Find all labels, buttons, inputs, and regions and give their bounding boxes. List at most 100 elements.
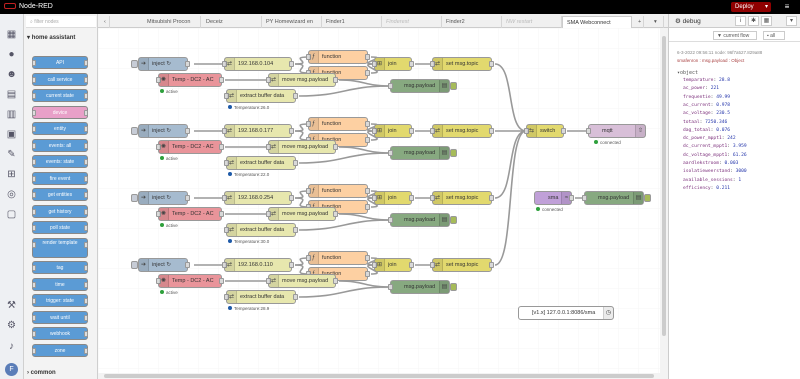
palette-node[interactable]: API: [32, 56, 88, 69]
inject-trigger-button[interactable]: [131, 60, 138, 68]
comment-node[interactable]: [v1.x] 127.0.0.1:8086/sma ◷: [518, 306, 614, 320]
node-output-port[interactable]: [489, 195, 494, 201]
person-icon[interactable]: ☻: [5, 68, 18, 81]
palette-node[interactable]: entity: [32, 122, 88, 135]
node-output-port[interactable]: [219, 77, 224, 83]
palette-node[interactable]: get entities: [32, 188, 88, 201]
debug-toggle-button[interactable]: [450, 149, 457, 157]
node-output-port[interactable]: [219, 278, 224, 284]
node-output-port[interactable]: [289, 195, 294, 201]
node-output-port[interactable]: [293, 294, 298, 300]
move-payload-node[interactable]: ⇄ move msg.payload: [266, 274, 338, 288]
inject-trigger-button[interactable]: [131, 194, 138, 202]
node-output-port[interactable]: [489, 61, 494, 67]
node-output-port[interactable]: [489, 262, 494, 268]
inject-node[interactable]: ➔ inject ↻: [131, 57, 190, 71]
network-icon[interactable]: ⊞: [5, 168, 18, 181]
tcp-request-node[interactable]: ⇄ 192.168.0.254: [222, 191, 294, 205]
function-node[interactable]: ƒfunction: [306, 184, 370, 198]
node-input-port[interactable]: [388, 150, 393, 156]
debug-toggle-button[interactable]: [450, 283, 457, 291]
tab-flow-8[interactable]: SMA Webconnect: [562, 16, 632, 28]
node-input-port[interactable]: [582, 195, 587, 201]
palette-node[interactable]: render template: [32, 237, 88, 258]
tcp-request-node[interactable]: ⇄ 192.168.0.104: [222, 57, 294, 71]
tab-flow-1[interactable]: Mitsubishi Procon: [143, 16, 201, 28]
debug-toggle-button[interactable]: [450, 216, 457, 224]
move-payload-node[interactable]: ⇄ move msg.payload: [266, 140, 338, 154]
set-topic-node[interactable]: ⇄ set msg.topic: [430, 57, 494, 71]
tcp-request-node[interactable]: ⇄ 192.168.0.177: [222, 124, 294, 138]
table-icon[interactable]: ▤: [5, 88, 18, 101]
info-icon[interactable]: i: [735, 16, 746, 26]
node-output-port[interactable]: [365, 137, 370, 143]
sidebar-menu-icon[interactable]: ▾: [786, 16, 797, 26]
wrench-icon[interactable]: ✎: [5, 148, 18, 161]
hscroll-thumb[interactable]: [104, 374, 654, 378]
workspace-vertical-scrollbar[interactable]: [660, 28, 668, 373]
palette-node[interactable]: get history: [32, 204, 88, 218]
node-output-port[interactable]: [185, 128, 190, 134]
node-output-port[interactable]: [219, 211, 224, 217]
palette-node[interactable]: fire event: [32, 171, 88, 185]
node-output-port[interactable]: [365, 271, 370, 277]
function-node[interactable]: ƒfunction: [306, 117, 370, 131]
inject-trigger-button[interactable]: [131, 261, 138, 269]
chevron-down-icon[interactable]: ▾: [765, 3, 768, 10]
hammer-icon[interactable]: ⚒: [5, 299, 18, 312]
node-input-port[interactable]: [388, 83, 393, 89]
tab-list-icon[interactable]: ▾: [650, 16, 664, 28]
join-node[interactable]: ⊞ join: [372, 258, 414, 272]
media-icon[interactable]: ▢: [5, 208, 18, 221]
node-output-port[interactable]: [289, 128, 294, 134]
node-output-port[interactable]: [365, 255, 370, 261]
node-output-port[interactable]: [409, 128, 414, 134]
node-output-port[interactable]: [293, 93, 298, 99]
debug-node[interactable]: msg.payload ▤: [388, 146, 457, 160]
vscroll-thumb[interactable]: [662, 36, 666, 336]
debug-node[interactable]: msg.payload ▤: [388, 280, 457, 294]
inject-node[interactable]: ➔ inject ↻: [131, 258, 190, 272]
tcp-request-node[interactable]: ⇄ 192.168.0.110: [222, 258, 294, 272]
temp-node[interactable]: ✺ Temp - DC2 - AC: [156, 140, 224, 154]
function-node[interactable]: ƒfunction: [306, 50, 370, 64]
palette-node[interactable]: webhook: [32, 327, 88, 340]
deploy-button[interactable]: Deploy ▾: [731, 2, 771, 12]
palette-node[interactable]: events: state: [32, 155, 88, 168]
palette-node[interactable]: current state: [32, 89, 88, 102]
book-icon[interactable]: ▦: [761, 16, 772, 26]
gear-icon[interactable]: ⚙: [5, 319, 18, 332]
node-output-port[interactable]: [185, 262, 190, 268]
node-output-port[interactable]: [289, 61, 294, 67]
hamburger-menu-icon[interactable]: ≡: [780, 2, 794, 12]
debug-toggle-button[interactable]: [644, 194, 651, 202]
node-output-port[interactable]: [365, 204, 370, 210]
palette-category-common[interactable]: › common: [27, 370, 56, 376]
inbox-icon[interactable]: ▣: [5, 128, 18, 141]
node-input-port[interactable]: [388, 284, 393, 290]
tab-scroll-left-icon[interactable]: ‹: [100, 16, 110, 28]
add-tab-icon[interactable]: +: [634, 16, 644, 28]
debug-node[interactable]: msg.payload ▤: [388, 213, 457, 227]
node-output-port[interactable]: [409, 61, 414, 67]
debug-filter-select[interactable]: ▼ current flow: [713, 31, 757, 40]
node-output-port[interactable]: [333, 211, 338, 217]
tab-flow-3[interactable]: PY Homewizard en: [262, 16, 322, 28]
join-node[interactable]: ⊞ join: [372, 57, 414, 71]
join-node[interactable]: ⊞ join: [372, 124, 414, 138]
bell-icon[interactable]: ♪: [5, 340, 18, 353]
debug-bug-icon[interactable]: ✱: [748, 16, 759, 26]
set-topic-node[interactable]: ⇄ set msg.topic: [430, 258, 494, 272]
node-output-port[interactable]: [333, 278, 338, 284]
node-output-port[interactable]: [293, 160, 298, 166]
tab-flow-5[interactable]: Finderest: [382, 16, 442, 28]
palette-node[interactable]: call service: [32, 72, 88, 86]
node-input-port[interactable]: [388, 217, 393, 223]
palette-search-input[interactable]: ⌕ filter nodes: [26, 16, 96, 28]
debug-clear-button[interactable]: ▪ all: [763, 31, 785, 40]
debug-node[interactable]: msg.payload ▤: [582, 191, 651, 205]
node-output-port[interactable]: [569, 195, 574, 201]
mqtt-out-node[interactable]: mqtt ⇧: [586, 124, 646, 138]
node-output-port[interactable]: [185, 195, 190, 201]
debug-node[interactable]: msg.payload ▤: [388, 79, 457, 93]
